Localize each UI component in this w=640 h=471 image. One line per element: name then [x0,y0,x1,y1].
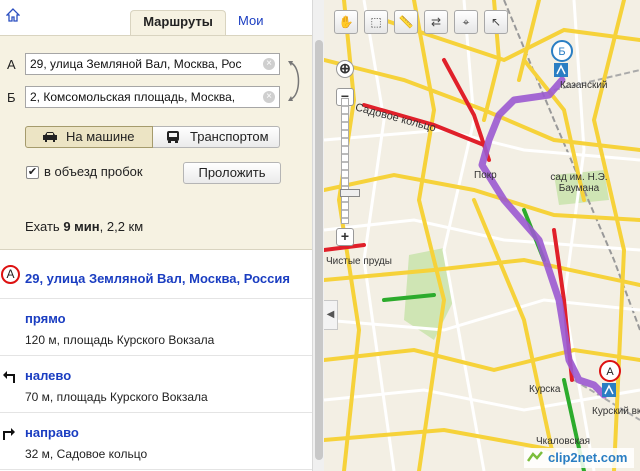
start-address[interactable]: 29, улица Земляной Вал, Москва, Россия [25,271,290,286]
point-a-input[interactable]: 29, улица Земляной Вал, Москва, Рос × [25,53,280,75]
end-pin-icon: Б [551,40,573,77]
hand-icon[interactable]: ✋ [334,10,358,34]
mode-transit-button[interactable]: Транспортом [153,126,280,148]
route-summary: Ехать 9 мин, 2,2 км [25,219,143,234]
tab-routes[interactable]: Маршруты [130,10,226,35]
summary-prefix: Ехать [25,219,64,234]
start-pin-label: А [606,366,614,378]
route-steps: A 29, улица Земляной Вал, Москва, Россия… [0,251,312,470]
zoom-control: ⊕ − + [336,60,360,250]
route-step[interactable]: налево 70 м, площадь Курского Вокзала [0,356,312,413]
zoom-slider[interactable] [340,98,360,224]
map-label-kurskaya: Курска [529,384,561,395]
route-step[interactable]: направо 32 м, Садовое кольцо [0,413,312,470]
summary-distance: , 2,2 км [99,219,144,234]
placemark-icon[interactable]: ⌖ [454,10,478,34]
avoid-traffic-checkbox[interactable]: ✔ [26,166,39,179]
point-b-label: Б [7,90,16,105]
start-marker-icon: A [1,265,20,284]
start-pin-icon: А [599,360,621,397]
map-label-garden: сад им. Н.Э. Баумана [550,172,608,194]
step-title: налево [25,368,72,383]
bus-icon [167,131,179,143]
point-a-label: А [7,57,16,72]
end-pin-label: Б [558,46,565,58]
scrollbar-thumb[interactable] [315,40,323,460]
route-tool-icon[interactable]: ⇄ [424,10,448,34]
turn-left-icon [3,371,15,383]
swap-points-icon[interactable] [285,57,305,105]
map-label-kursky: Курский вкз. [592,406,640,417]
map-view[interactable]: Садовое кольцо сад им. Н.Э. Баумана Чист… [324,0,640,471]
ruler-icon[interactable]: 📏 [394,10,418,34]
clear-icon[interactable]: × [263,91,275,103]
step-detail: 32 м, Садовое кольцо [25,447,148,461]
car-icon [43,132,57,142]
home-icon[interactable] [6,8,20,22]
tab-my-maps[interactable]: Мои карты [228,10,312,50]
step-title: прямо [25,311,66,326]
watermark: clip2net.com [524,448,634,468]
zoom-slider-thumb[interactable] [340,189,360,197]
map-label-pokrovka: Покр [474,170,497,181]
avoid-traffic-label: в объезд пробок [44,164,143,179]
zoom-in-button[interactable]: + [336,228,354,246]
panel-scrollbar[interactable] [312,0,324,471]
route-form: А 29, улица Земляной Вал, Москва, Рос × … [0,35,312,250]
map-label-kazansky: Казанский [560,80,608,91]
select-cursor-icon[interactable]: ↖ [484,10,508,34]
turn-right-icon [3,428,15,440]
route-line [478,76,608,399]
locate-icon[interactable]: ⊕ [336,60,354,78]
mode-transit-label: Транспортом [190,129,269,144]
map-roads [324,0,640,471]
summary-duration: 9 мин [63,219,100,234]
mode-car-label: На машине [66,129,135,144]
point-b-value: 2, Комсомольская площадь, Москва, [30,90,236,104]
route-step[interactable]: прямо 120 м, площадь Курского Вокзала [0,299,312,356]
build-route-button[interactable]: Проложить [183,162,281,184]
panel-tabs: Маршруты Мои карты [0,0,312,50]
step-detail: 120 м, площадь Курского Вокзала [25,333,215,347]
zoom-select-icon[interactable]: ⬚ [364,10,388,34]
mode-car-button[interactable]: На машине [25,126,153,148]
point-a-value: 29, улица Земляной Вал, Москва, Рос [30,57,242,71]
step-detail: 70 м, площадь Курского Вокзала [25,390,208,404]
map-label-chistye: Чистые пруды [326,256,392,267]
map-label-chkalovskaya: Чкаловская [536,436,591,447]
watermark-text: clip2net.com [548,450,628,465]
clear-icon[interactable]: × [263,58,275,70]
step-title: направо [25,425,79,440]
clip2net-logo-icon [527,451,543,462]
point-b-input[interactable]: 2, Комсомольская площадь, Москва, × [25,86,280,108]
collapse-panel-button[interactable]: ◀ [324,300,338,330]
routes-panel: Маршруты Мои карты А 29, улица Земляной … [0,0,312,471]
route-start[interactable]: A 29, улица Земляной Вал, Москва, Россия [0,251,312,299]
